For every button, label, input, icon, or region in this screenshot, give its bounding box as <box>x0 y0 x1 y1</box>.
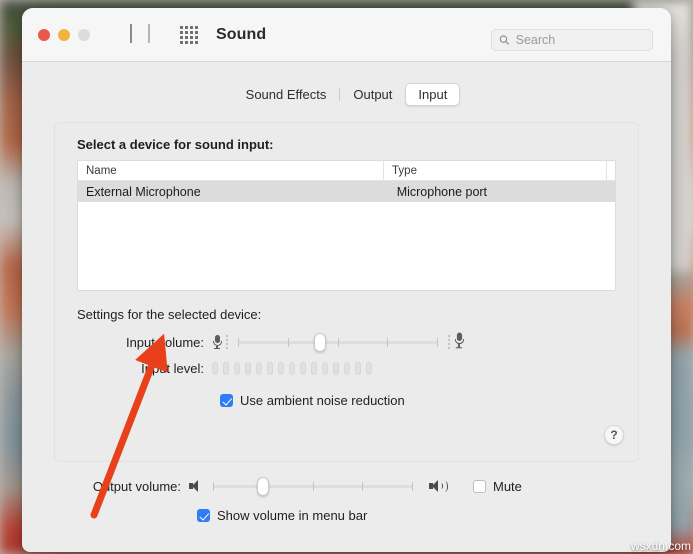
close-button[interactable] <box>38 28 50 41</box>
volume-max-dots-icon <box>448 334 450 350</box>
input-volume-row: Input volume: <box>77 332 616 352</box>
speaker-loud-icon <box>429 479 451 493</box>
output-volume-label: Output volume: <box>92 478 181 494</box>
help-button[interactable]: ? <box>604 425 624 445</box>
level-segment <box>300 362 306 375</box>
window-titlebar: Sound <box>22 8 671 62</box>
forward-button[interactable] <box>148 23 150 44</box>
settings-section-label: Settings for the selected device: <box>77 307 262 322</box>
level-segment <box>267 362 273 375</box>
back-button[interactable] <box>130 23 132 44</box>
mute-label: Mute <box>493 478 522 494</box>
slider-tick <box>312 482 314 491</box>
column-header-extra[interactable] <box>607 161 615 180</box>
volume-min-dots-icon <box>226 334 228 350</box>
level-segment <box>333 362 339 375</box>
column-header-name[interactable]: Name <box>78 161 385 180</box>
level-segment <box>212 362 218 375</box>
show-all-icon[interactable] <box>180 25 198 44</box>
level-segment <box>366 362 372 375</box>
level-segment <box>223 362 229 375</box>
slider-tick <box>387 338 389 347</box>
output-volume-slider[interactable] <box>213 477 413 496</box>
slider-thumb[interactable] <box>314 333 326 352</box>
search-field[interactable] <box>491 29 653 51</box>
slider-tick <box>213 482 214 491</box>
ambient-noise-checkbox-row[interactable]: Use ambient noise reduction <box>220 393 616 408</box>
level-segment <box>278 362 284 375</box>
level-segment <box>234 362 240 375</box>
level-segment <box>245 362 251 375</box>
tab-sound-effects[interactable]: Sound Effects <box>233 83 340 106</box>
mute-checkbox-row[interactable]: Mute <box>473 479 522 494</box>
show-volume-checkbox[interactable] <box>197 509 210 522</box>
speaker-mute-icon <box>189 479 203 493</box>
level-segment <box>344 362 350 375</box>
navigation-arrows <box>130 23 150 44</box>
slider-tick <box>287 338 289 347</box>
device-name: External Microphone <box>86 184 201 199</box>
settings-panel: Select a device for sound input: Name Ty… <box>54 122 639 462</box>
tab-output[interactable]: Output <box>340 83 405 106</box>
level-segment <box>256 362 262 375</box>
column-header-type[interactable]: Type <box>384 161 607 180</box>
sound-preferences-window: Sound Sound Effects Output Input Select … <box>22 8 671 552</box>
page-title: Sound <box>216 25 267 43</box>
table-row[interactable]: External Microphone Microphone port <box>78 181 615 202</box>
input-volume-label: Input volume: <box>125 334 204 350</box>
traffic-lights <box>38 28 90 41</box>
level-segment <box>289 362 295 375</box>
microphone-small-icon <box>212 334 222 350</box>
device-table[interactable]: Name Type External Microphone Microphone… <box>77 160 616 291</box>
tab-input[interactable]: Input <box>405 83 461 106</box>
tab-bar: Sound Effects Output Input <box>34 83 659 106</box>
show-volume-checkbox-row[interactable]: Show volume in menu bar <box>197 508 639 523</box>
input-level-row: Input level: <box>77 361 616 376</box>
input-level-meter <box>212 362 372 375</box>
input-volume-slider[interactable] <box>238 333 438 352</box>
slider-tick <box>362 482 364 491</box>
mute-checkbox[interactable] <box>473 479 486 493</box>
search-icon <box>499 35 509 45</box>
watermark: wsxdn.com <box>630 539 691 553</box>
slider-tick <box>437 338 438 347</box>
slider-thumb[interactable] <box>257 477 269 496</box>
level-segment <box>355 362 361 375</box>
device-section-label: Select a device for sound input: <box>77 137 274 152</box>
slider-tick <box>337 338 339 347</box>
show-volume-label: Show volume in menu bar <box>217 508 368 523</box>
ambient-noise-label: Use ambient noise reduction <box>240 393 405 408</box>
search-input[interactable] <box>515 33 645 47</box>
slider-tick <box>412 482 413 491</box>
ambient-noise-checkbox[interactable] <box>220 394 233 407</box>
device-table-header: Name Type <box>78 161 615 181</box>
window-content: Sound Effects Output Input Select a devi… <box>22 83 671 523</box>
level-segment <box>322 362 328 375</box>
input-level-label: Input level: <box>141 361 204 376</box>
zoom-button[interactable] <box>78 28 90 41</box>
level-segment <box>311 362 317 375</box>
microphone-large-icon <box>454 332 467 352</box>
device-type: Microphone port <box>396 184 488 199</box>
output-volume-row: Output volume: Mute <box>54 477 639 496</box>
slider-tick <box>238 338 239 347</box>
output-section: Output volume: Mute Show volume in menu … <box>54 477 639 523</box>
minimize-button[interactable] <box>58 28 70 41</box>
